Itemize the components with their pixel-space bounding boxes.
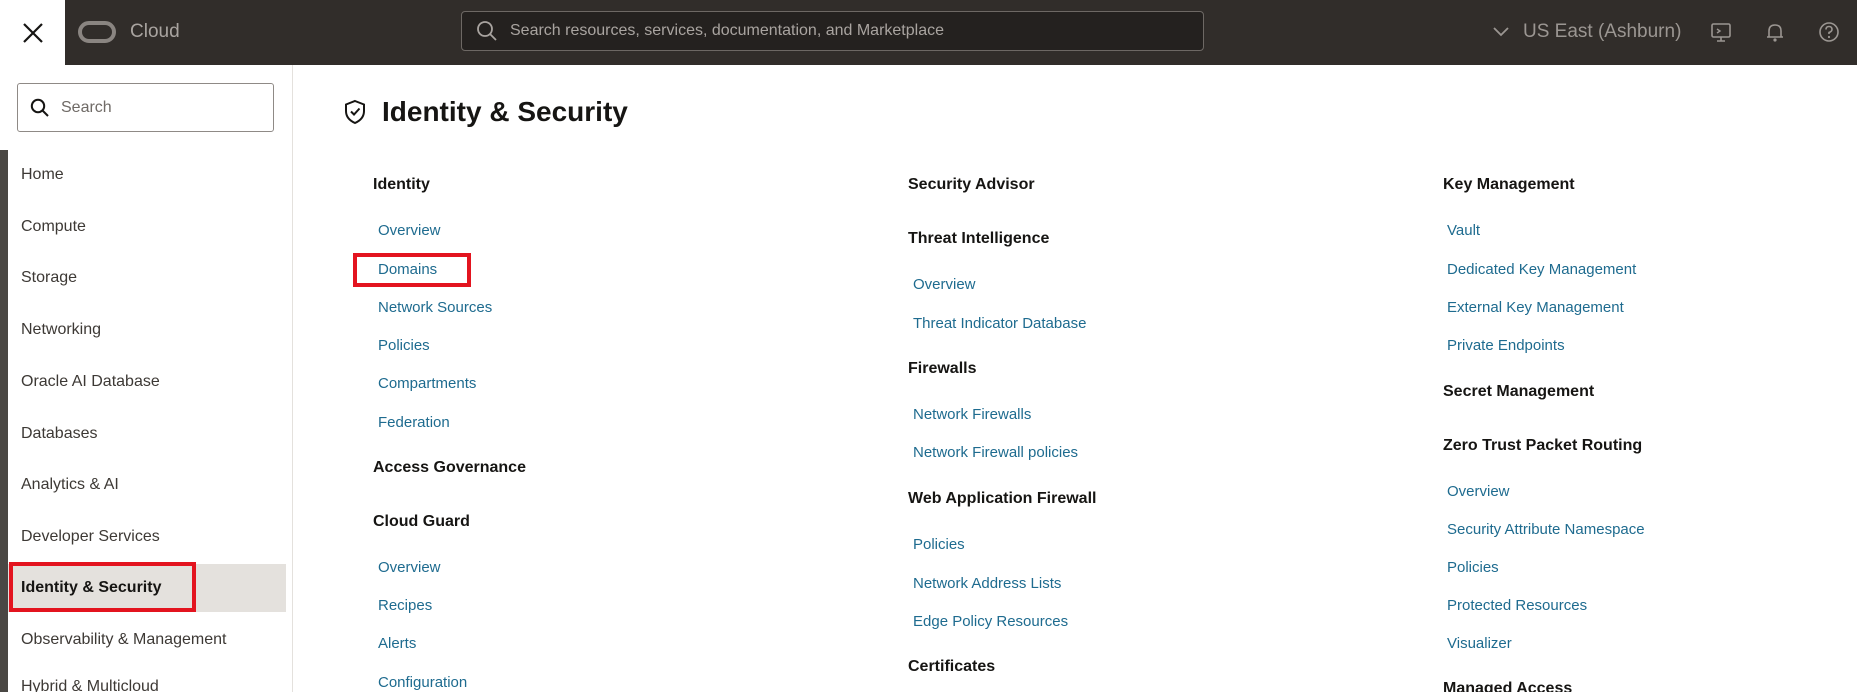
sidebar-item-label: Developer Services [21,528,160,545]
sidebar-item-networking[interactable]: Networking [8,306,286,354]
link-visualizer[interactable]: Visualizer [1447,635,1512,652]
section-heading-managed-access: Managed Access [1443,680,1573,692]
section-heading-cloud-guard: Cloud Guard [373,513,470,530]
shield-check-icon [343,99,367,130]
sidebar-item-label: Analytics & AI [21,476,119,493]
section-heading-threat-intelligence: Threat Intelligence [908,230,1050,247]
close-menu-button[interactable] [0,0,65,65]
link-zpr-overview[interactable]: Overview [1447,483,1510,500]
link-cloud-guard-recipes[interactable]: Recipes [378,597,432,614]
link-network-firewalls[interactable]: Network Firewalls [913,406,1031,423]
sidebar: Home Compute Storage Networking Oracle A… [0,65,293,692]
bell-icon[interactable] [1762,19,1788,45]
section-heading-access-governance[interactable]: Access Governance [373,459,526,477]
region-selector[interactable]: US East (Ashburn) [1493,18,1681,46]
sidebar-item-hybrid-multicloud[interactable]: Hybrid & Multicloud [8,663,286,692]
search-icon [476,20,498,42]
sidebar-item-label: Storage [21,269,78,286]
sidebar-item-storage[interactable]: Storage [8,254,286,302]
sidebar-item-label: Networking [21,321,102,338]
search-icon [30,98,50,118]
section-heading-identity: Identity [373,176,430,193]
sidebar-edge [0,150,8,692]
sidebar-search[interactable] [17,83,274,132]
top-bar: Cloud US East (Ashburn) [0,0,1857,65]
link-identity-network-sources[interactable]: Network Sources [378,299,492,316]
sidebar-item-identity-security[interactable]: Identity & Security [8,564,286,612]
section-heading-zero-trust: Zero Trust Packet Routing [1443,437,1643,454]
link-security-attribute-namespace[interactable]: Security Attribute Namespace [1447,521,1645,538]
link-identity-federation[interactable]: Federation [378,414,450,431]
link-threat-overview[interactable]: Overview [913,276,976,293]
chevron-down-icon [1493,27,1509,37]
sidebar-item-label: Oracle AI Database [21,373,160,390]
link-cloud-guard-alerts[interactable]: Alerts [378,635,416,652]
link-external-key-management[interactable]: External Key Management [1447,299,1624,316]
brand-logo[interactable]: Cloud [78,18,180,46]
sidebar-search-input[interactable] [61,98,261,117]
close-icon [22,22,43,43]
link-zpr-policies[interactable]: Policies [1447,559,1499,576]
brand-text: Cloud [130,21,180,42]
global-search[interactable] [461,11,1204,51]
sidebar-item-developer-services[interactable]: Developer Services [8,513,286,561]
link-waf-policies[interactable]: Policies [913,536,965,553]
sidebar-item-label: Databases [21,425,98,442]
sidebar-item-label: Identity & Security [21,579,162,596]
sidebar-item-oracle-ai-database[interactable]: Oracle AI Database [8,358,286,406]
link-identity-overview[interactable]: Overview [378,222,441,239]
link-threat-indicator-database[interactable]: Threat Indicator Database [913,315,1086,332]
help-icon[interactable] [1816,19,1842,45]
section-heading-firewalls: Firewalls [908,360,977,377]
link-identity-domains[interactable]: Domains [378,261,437,278]
sidebar-item-label: Compute [21,218,86,235]
sidebar-item-home[interactable]: Home [8,151,286,199]
link-network-address-lists[interactable]: Network Address Lists [913,575,1061,592]
sidebar-item-analytics-ai[interactable]: Analytics & AI [8,461,286,509]
section-heading-secret-management[interactable]: Secret Management [1443,383,1594,401]
sidebar-item-databases[interactable]: Databases [8,410,286,458]
link-private-endpoints[interactable]: Private Endpoints [1447,337,1565,354]
link-cloud-guard-overview[interactable]: Overview [378,559,441,576]
section-heading-key-management: Key Management [1443,176,1575,193]
sidebar-item-observability-management[interactable]: Observability & Management [8,616,286,664]
section-heading-security-advisor[interactable]: Security Advisor [908,176,1035,194]
page-title: Identity & Security [382,96,628,127]
region-label: US East (Ashburn) [1523,21,1682,42]
link-vault[interactable]: Vault [1447,222,1480,239]
link-identity-compartments[interactable]: Compartments [378,375,476,392]
link-network-firewall-policies[interactable]: Network Firewall policies [913,444,1078,461]
link-cloud-guard-configuration[interactable]: Configuration [378,674,467,691]
link-edge-policy-resources[interactable]: Edge Policy Resources [913,613,1068,630]
section-heading-certificates: Certificates [908,658,996,675]
sidebar-item-compute[interactable]: Compute [8,203,286,251]
link-identity-policies[interactable]: Policies [378,337,430,354]
link-protected-resources[interactable]: Protected Resources [1447,597,1587,614]
global-search-input[interactable] [510,22,1170,40]
cloud-shell-icon[interactable] [1708,19,1734,45]
link-dedicated-key-management[interactable]: Dedicated Key Management [1447,261,1636,278]
sidebar-item-label: Hybrid & Multicloud [21,678,159,692]
sidebar-item-label: Home [21,166,64,183]
sidebar-item-label: Observability & Management [21,631,227,648]
oracle-logo-icon [78,21,116,43]
section-heading-waf: Web Application Firewall [908,490,1097,507]
